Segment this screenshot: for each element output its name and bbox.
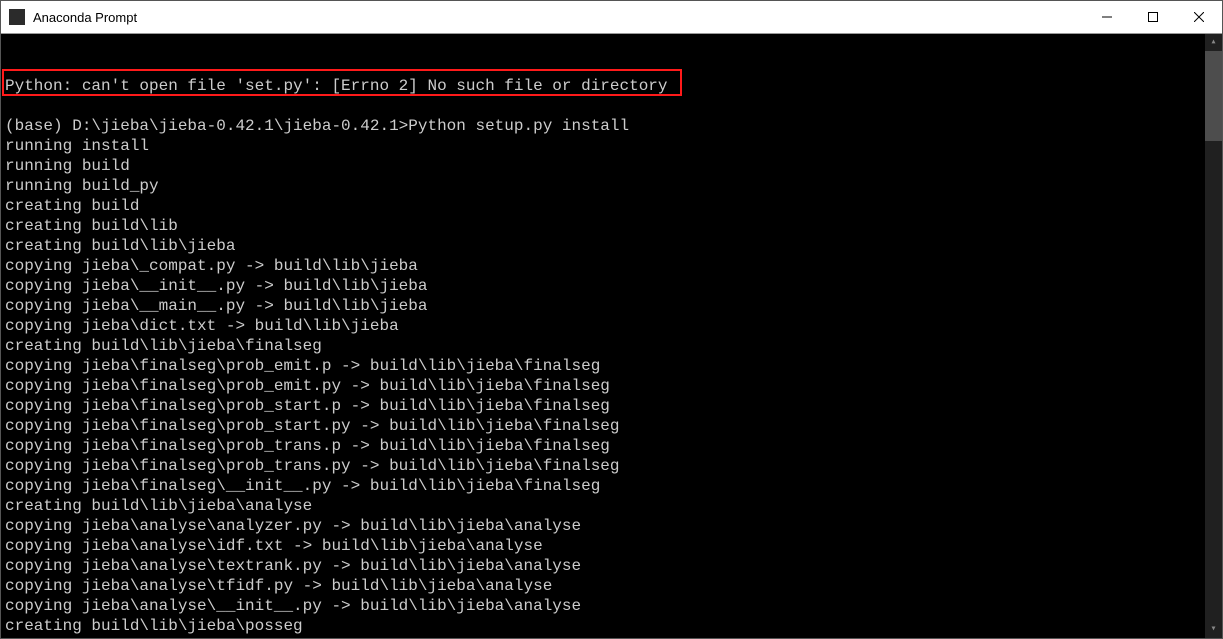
terminal-line: copying jieba\finalseg\prob_trans.py -> … [5, 456, 1218, 476]
terminal-line: copying jieba\analyse\idf.txt -> build\l… [5, 536, 1218, 556]
terminal-line: copying jieba\finalseg\__init__.py -> bu… [5, 476, 1218, 496]
terminal-line: creating build\lib\jieba\posseg [5, 616, 1218, 636]
scroll-thumb[interactable] [1205, 51, 1222, 141]
close-button[interactable] [1176, 1, 1222, 33]
close-icon [1194, 12, 1204, 22]
terminal-line: copying jieba\analyse\tfidf.py -> build\… [5, 576, 1218, 596]
terminal-line: running build_py [5, 176, 1218, 196]
maximize-button[interactable] [1130, 1, 1176, 33]
terminal-line: (base) D:\jieba\jieba-0.42.1\jieba-0.42.… [5, 116, 1218, 136]
terminal-line: copying jieba\analyse\analyzer.py -> bui… [5, 516, 1218, 536]
scroll-down-arrow[interactable]: ▾ [1205, 621, 1222, 638]
terminal-line: copying jieba\analyse\__init__.py -> bui… [5, 596, 1218, 616]
minimize-button[interactable] [1084, 1, 1130, 33]
window-titlebar: Anaconda Prompt [1, 1, 1222, 34]
terminal-line: copying jieba\posseg\char_state_tab.p ->… [5, 636, 1218, 638]
terminal-line: copying jieba\finalseg\prob_trans.p -> b… [5, 436, 1218, 456]
terminal-line: creating build\lib [5, 216, 1218, 236]
terminal-line: copying jieba\finalseg\prob_start.p -> b… [5, 396, 1218, 416]
terminal-line: creating build\lib\jieba [5, 236, 1218, 256]
minimize-icon [1102, 12, 1112, 22]
terminal-line: copying jieba\finalseg\prob_start.py -> … [5, 416, 1218, 436]
window-title: Anaconda Prompt [33, 10, 137, 25]
terminal-line: Python: can't open file 'set.py': [Errno… [5, 76, 1218, 96]
terminal-line [5, 96, 1218, 116]
terminal-line: copying jieba\analyse\textrank.py -> bui… [5, 556, 1218, 576]
window-controls [1084, 1, 1222, 33]
terminal-line: copying jieba\__main__.py -> build\lib\j… [5, 296, 1218, 316]
terminal-line: copying jieba\finalseg\prob_emit.p -> bu… [5, 356, 1218, 376]
terminal-line: copying jieba\dict.txt -> build\lib\jieb… [5, 316, 1218, 336]
terminal-line: creating build [5, 196, 1218, 216]
scroll-up-arrow[interactable]: ▴ [1205, 34, 1222, 51]
terminal-line: running install [5, 136, 1218, 156]
terminal-line: copying jieba\finalseg\prob_emit.py -> b… [5, 376, 1218, 396]
terminal-line: running build [5, 156, 1218, 176]
vertical-scrollbar[interactable]: ▴ ▾ [1205, 34, 1222, 638]
app-icon [9, 9, 25, 25]
terminal-line: copying jieba\__init__.py -> build\lib\j… [5, 276, 1218, 296]
terminal-line: creating build\lib\jieba\analyse [5, 496, 1218, 516]
maximize-icon [1148, 12, 1158, 22]
terminal-line: copying jieba\_compat.py -> build\lib\ji… [5, 256, 1218, 276]
terminal-area[interactable]: Python: can't open file 'set.py': [Errno… [1, 34, 1222, 638]
titlebar-left: Anaconda Prompt [1, 9, 137, 25]
terminal-line: creating build\lib\jieba\finalseg [5, 336, 1218, 356]
